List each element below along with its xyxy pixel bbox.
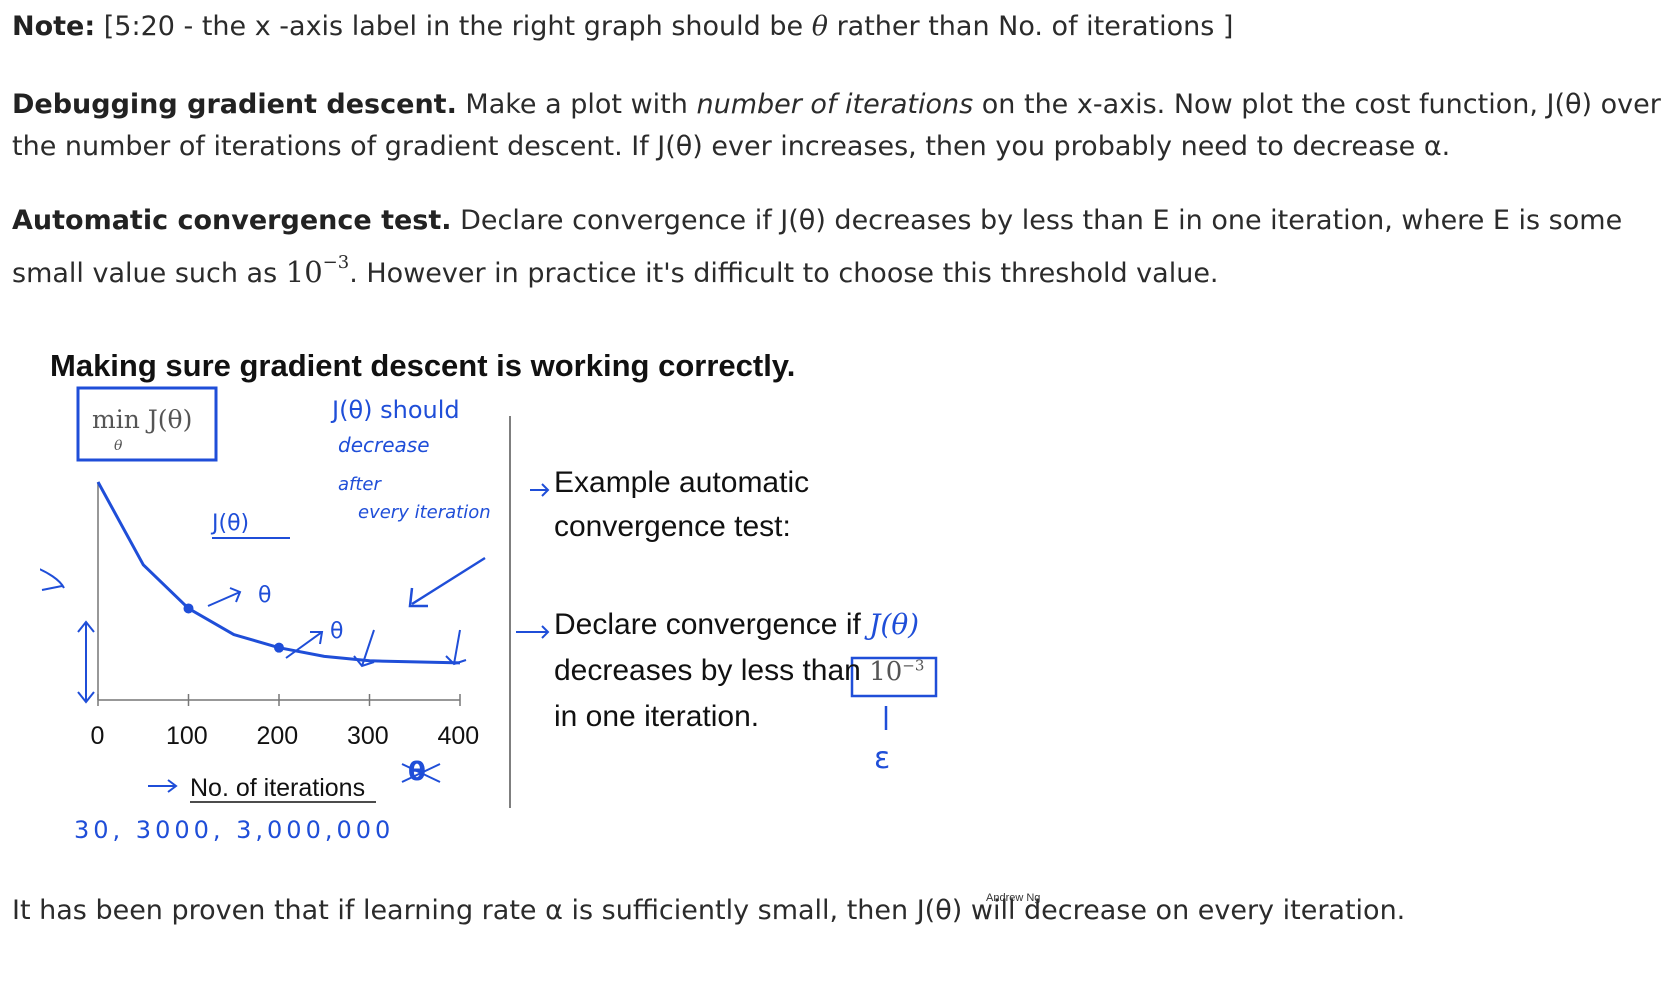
convergence-text-after: . However in practice it's difficult to … (349, 258, 1219, 289)
right-line-5: in one iteration. (554, 700, 760, 733)
min-label: min J(θ) (92, 405, 192, 434)
x-tick-label-400: 400 (438, 722, 480, 750)
x-tick-label-200: 200 (257, 722, 299, 750)
arrow-declare (516, 625, 550, 639)
right-line-4-math: 10−3 (869, 656, 925, 687)
note-text: [5:20 - the x -axis label in the right g… (103, 11, 804, 42)
right-line-1: Example automatic (554, 466, 810, 499)
right-line-4: decreases by less than 10−3 (554, 654, 924, 688)
curve-point-1 (183, 603, 194, 614)
x-tick-label-300: 300 (347, 722, 389, 750)
hand-arrow-theta1 (207, 587, 242, 607)
debugging-paragraph: Debugging gradient descent. Make a plot … (12, 84, 1662, 168)
right-line-2: convergence test: (554, 510, 791, 543)
debugging-italic: number of iterations (696, 89, 974, 120)
hand-j-theta: J(θ) (210, 511, 249, 536)
hand-decrease: decrease (338, 433, 430, 457)
min-sub: θ (114, 438, 123, 454)
arrow-example (530, 483, 550, 497)
hand-arrow-big (408, 556, 486, 608)
x-axis-label: No. of iterations (190, 774, 365, 802)
hand-theta-1: θ (258, 583, 271, 608)
hand-vertical-arrow (77, 620, 95, 704)
right-line-3-text: Declare convergence if (554, 608, 861, 641)
note-label: Note: (12, 11, 96, 42)
right-line-3: Declare convergence if J(θ) (554, 608, 919, 642)
hand-epsilon: ε (874, 741, 890, 776)
hand-should: J(θ) should (330, 396, 460, 424)
curve-point-2 (274, 642, 284, 653)
hand-arrow-down-2 (445, 629, 467, 666)
x-tick-label-100: 100 (166, 722, 208, 750)
hand-every-iteration: every iteration (358, 502, 491, 523)
right-line-3-math: J(θ) (869, 608, 920, 641)
hand-theta-2: θ (330, 619, 343, 644)
convergence-heading: Automatic convergence test. (12, 205, 452, 236)
x-tick-label-0: 0 (91, 722, 105, 750)
convergence-value: 10−3 (285, 252, 350, 289)
debugging-heading: Debugging gradient descent. (12, 89, 457, 120)
note-paragraph: Note: [5:20 - the x -axis label in the r… (12, 6, 1662, 48)
hand-after: after (338, 474, 382, 495)
convergence-paragraph: Automatic convergence test. Declare conv… (12, 200, 1662, 295)
convergence-value-exp: −3 (322, 252, 350, 273)
right-line-4-base: 10 (869, 657, 903, 687)
hand-left-mark (40, 568, 65, 591)
closing-paragraph: It has been proven that if learning rate… (12, 890, 1662, 932)
x-label-arrow (148, 779, 178, 793)
right-line-4-exp: −3 (902, 656, 925, 675)
closing-text: It has been proven that if learning rate… (12, 895, 1406, 926)
hand-row-values: 30, 3000, 3,000,000 (74, 816, 394, 844)
slide-figure: Making sure gradient descent is working … (40, 340, 1080, 920)
note-theta: θ (811, 11, 828, 42)
convergence-value-base: 10 (285, 255, 323, 289)
note-rest: rather than No. of iterations ] (836, 11, 1234, 42)
debugging-text-before: Make a plot with (465, 89, 688, 120)
right-line-4-text: decreases by less than (554, 654, 861, 687)
